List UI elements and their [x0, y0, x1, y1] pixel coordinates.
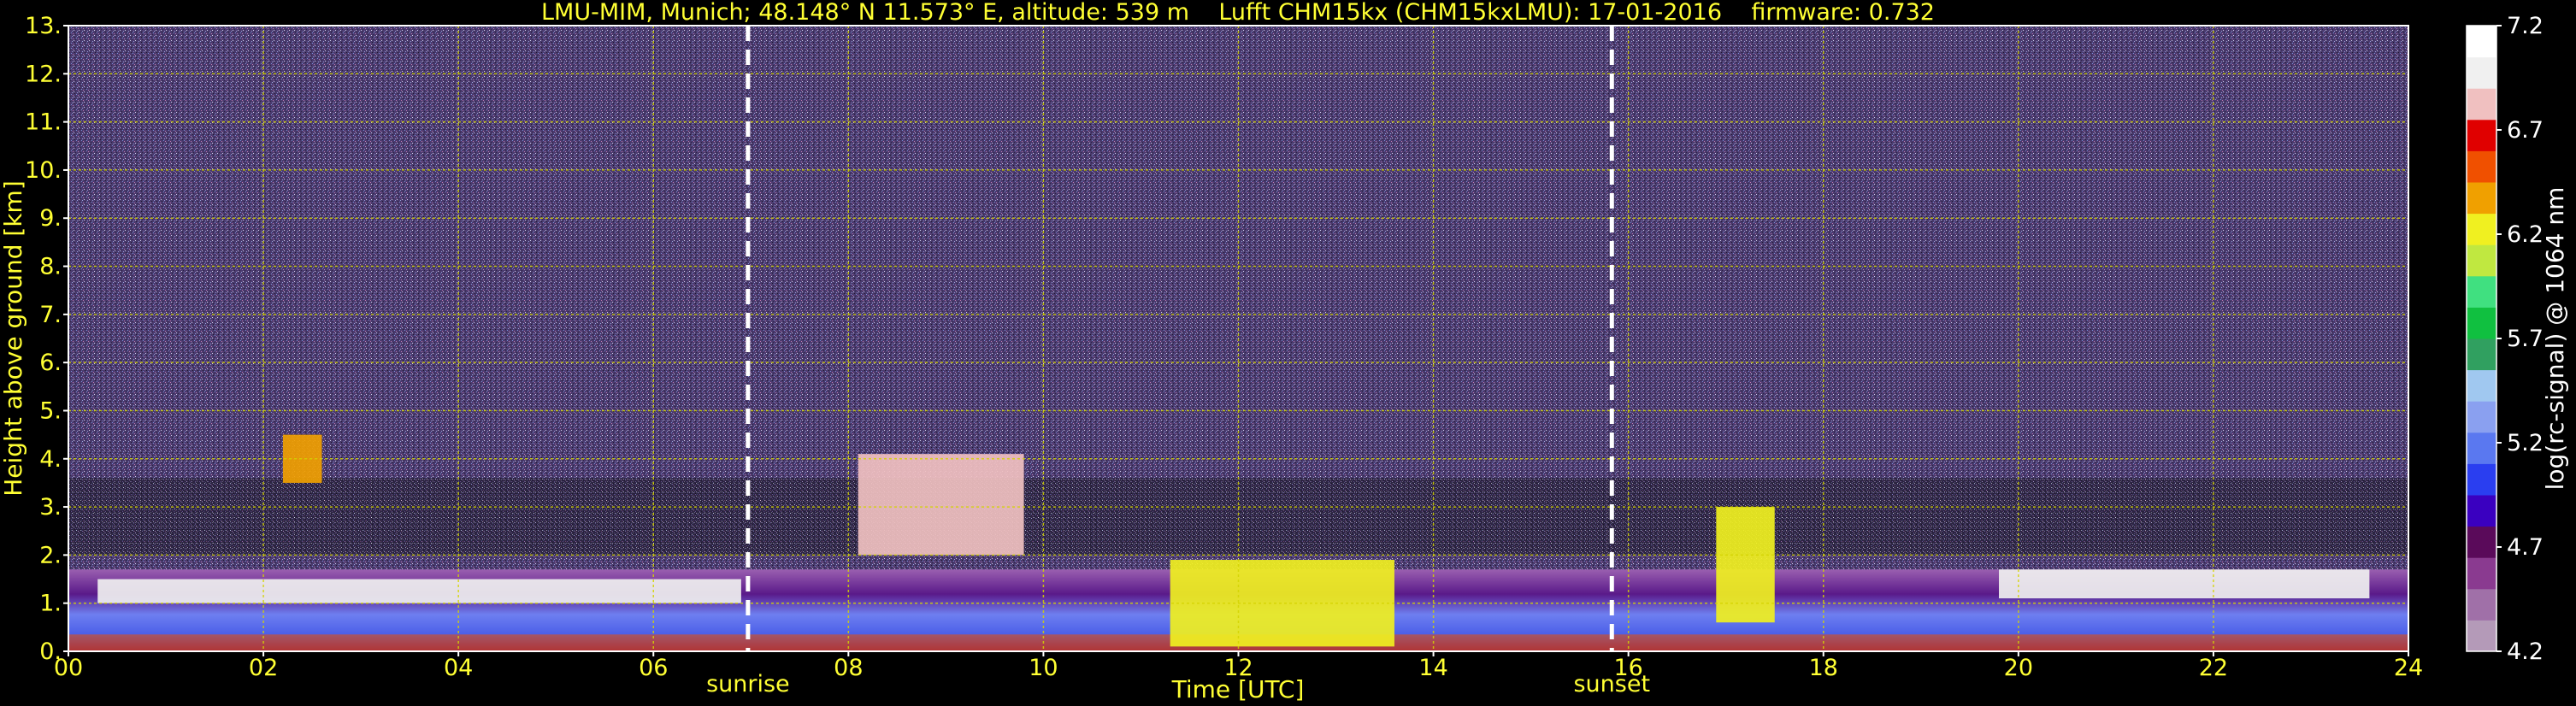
y-axis-label: Height above ground [km] [0, 180, 27, 497]
colorbar-tick-label: 4.2 [2507, 638, 2544, 665]
colorbar-tick-label: 6.7 [2507, 117, 2544, 144]
colorbar-tick-label: 6.2 [2507, 221, 2544, 248]
colorbar-swatch [2467, 275, 2496, 308]
y-tick-label: 6. [39, 350, 62, 376]
y-tick-label: 3. [39, 494, 62, 521]
colorbar-tick-label: 5.7 [2507, 326, 2544, 352]
chart-title: LMU-MIM, Munich; 48.148° N 11.573° E, al… [541, 0, 1935, 26]
colorbar-swatch [2467, 338, 2496, 371]
x-tick-label: 10 [1029, 655, 1058, 681]
colorbar-tick-label: 4.7 [2507, 534, 2544, 561]
colorbar: 4.2 4.7 5.2 5.7 6.2 6.7 7.2 [2466, 13, 2544, 665]
colorbar-swatch [2467, 620, 2496, 652]
y-tick-label: 1. [39, 591, 62, 617]
x-tick-label: 22 [2199, 655, 2228, 681]
colorbar-swatch [2467, 526, 2496, 558]
colorbar-swatch [2467, 463, 2496, 496]
layer-aerosol-layer-top [97, 579, 741, 603]
x-tick-label: 16 [1613, 655, 1642, 681]
colorbar-swatch [2467, 495, 2496, 527]
colorbar-swatch [2467, 182, 2496, 215]
layer-cloud-fragments [858, 454, 1024, 556]
x-tick-label: 06 [639, 655, 668, 681]
colorbar-swatch [2467, 26, 2496, 58]
y-tick-label: 11. [25, 109, 62, 136]
layer-rising-plumes [1716, 507, 1775, 623]
colorbar-swatch [2467, 244, 2496, 277]
colorbar-tick-label: 5.2 [2507, 430, 2544, 456]
y-tick-label: 9. [39, 205, 62, 232]
colorbar-swatch [2467, 56, 2496, 89]
lidar-ceilometer-chart: sunrise sunset 00 02 04 06 08 10 12 14 16 18 20 22 24… [0, 0, 2569, 703]
colorbar-swatch [2467, 307, 2496, 339]
x-tick-label: 18 [1809, 655, 1838, 681]
y-tick-label: 4. [39, 446, 62, 473]
colorbar-swatch [2467, 557, 2496, 590]
colorbar-tick-label: 7.2 [2507, 13, 2544, 39]
x-tick-label: 08 [834, 655, 863, 681]
x-tick-label: 20 [2004, 655, 2033, 681]
colorbar-swatch [2467, 119, 2496, 151]
y-tick-label: 12. [25, 61, 62, 87]
x-tick-label: 14 [1418, 655, 1447, 681]
x-tick-label: 02 [249, 655, 278, 681]
colorbar-swatch [2467, 401, 2496, 433]
x-axis-label: Time [UTC] [1171, 675, 1305, 703]
colorbar-swatch [2467, 88, 2496, 121]
y-tick-label: 0. [39, 638, 62, 665]
y-tick-label: 7. [39, 302, 62, 328]
colorbar-swatch [2467, 213, 2496, 245]
colorbar-swatch [2467, 588, 2496, 621]
y-tick-label: 10. [25, 157, 62, 184]
colorbar-swatch [2467, 432, 2496, 464]
y-tick-label: 2. [39, 542, 62, 568]
y-tick-label: 8. [39, 254, 62, 280]
y-tick-label: 5. [39, 397, 62, 424]
x-tick-label: 04 [444, 655, 473, 681]
x-tick-label: 24 [2394, 655, 2423, 681]
y-tick-label: 13. [25, 13, 62, 39]
layer-stable-layer-top [1999, 569, 2370, 599]
colorbar-swatch [2467, 369, 2496, 402]
event-label-sunrise: sunrise [706, 671, 790, 697]
colorbar-label: log(rc-signal) @ 1064 nm [2541, 187, 2569, 491]
colorbar-swatch [2467, 150, 2496, 183]
